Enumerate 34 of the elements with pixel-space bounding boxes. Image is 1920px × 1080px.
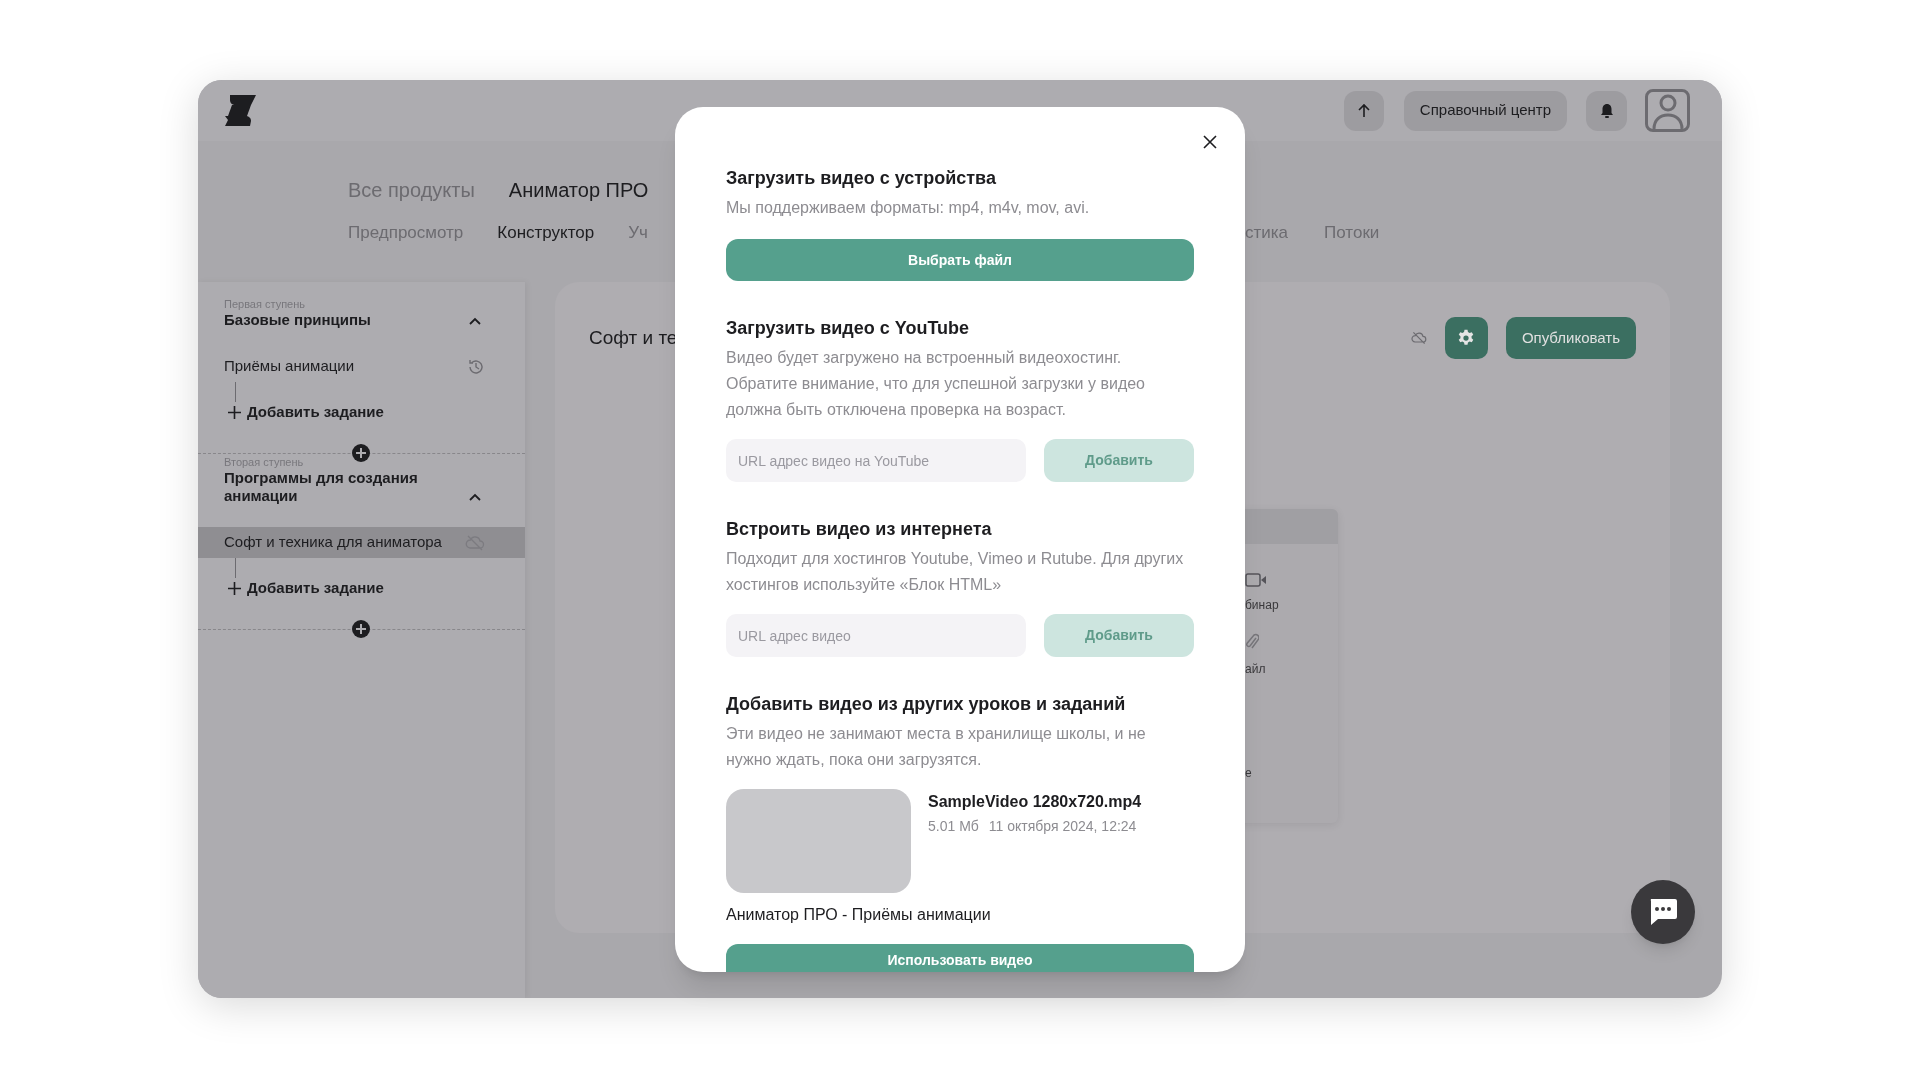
block-type-label: айл	[1245, 661, 1266, 678]
block-type-label: е	[1245, 765, 1252, 782]
choose-file-button[interactable]: Выбрать файл	[726, 239, 1194, 281]
nav-tab[interactable]: стика	[1245, 220, 1289, 246]
lesson-item[interactable]: Софт и техника для аниматора	[198, 527, 525, 558]
help-center-button[interactable]: Справочный центр	[1403, 90, 1567, 131]
video-name: SampleVideo 1280x720.mp4	[928, 792, 1142, 812]
nav-tab[interactable]: Предпросмотр	[348, 220, 464, 246]
video-date: 11 октября 2024, 12:24	[988, 817, 1137, 836]
section-description: Мы поддерживаем форматы: mp4, m4v, mov, avi.	[726, 198, 1091, 218]
nav-tab[interactable]: Конструктор	[497, 220, 595, 246]
block-type-label: бинар	[1245, 597, 1279, 614]
video-size: 5.01 Мб	[928, 817, 979, 836]
add-task-button[interactable]: Добавить задание	[198, 578, 384, 598]
stage-title: Программы для создания анимации	[224, 469, 419, 505]
lesson-item[interactable]: Приёмы анимации	[198, 351, 525, 382]
section-title: Загрузить видео с YouTube	[726, 317, 971, 340]
nav-tab[interactable]: Потоки	[1324, 220, 1380, 246]
stage-title: Базовые принципы	[224, 311, 372, 329]
lesson-title: Приёмы анимации	[224, 356, 355, 377]
nav-tab[interactable]: Уч	[628, 220, 648, 246]
publish-button[interactable]: Опубликовать	[1505, 317, 1636, 359]
section-title: Загрузить видео с устройства	[726, 167, 997, 190]
nav-tab[interactable]: Все продукты	[348, 175, 475, 205]
add-task-button[interactable]: Добавить задание	[198, 402, 384, 422]
nav-tab[interactable]: Аниматор ПРО	[508, 175, 649, 205]
lesson-title: Софт и техника для аниматора	[224, 532, 442, 553]
use-video-button[interactable]: Использовать видео	[726, 944, 1194, 972]
section-description: Подходит для хостингов Youtube, Vimeo и Rutube. Для других хостингов используйте «Блок HTML»	[726, 549, 1185, 595]
section-title: Добавить видео из других уроков и заданий	[726, 693, 1127, 716]
section-description: Видео будет загружено на встроенный видеохостинг. Обратите внимание, что для успешной загрузки у видео должна быть отключена проверка на возраст.	[726, 348, 1146, 420]
section-description: Эти видео не занимают места в хранилище школы, и не нужно ждать, пока они загрузятся.	[726, 724, 1147, 770]
video-lesson: Аниматор ПРО - Приёмы анимации	[726, 905, 992, 925]
section-title: Встроить видео из интернета	[726, 518, 993, 541]
